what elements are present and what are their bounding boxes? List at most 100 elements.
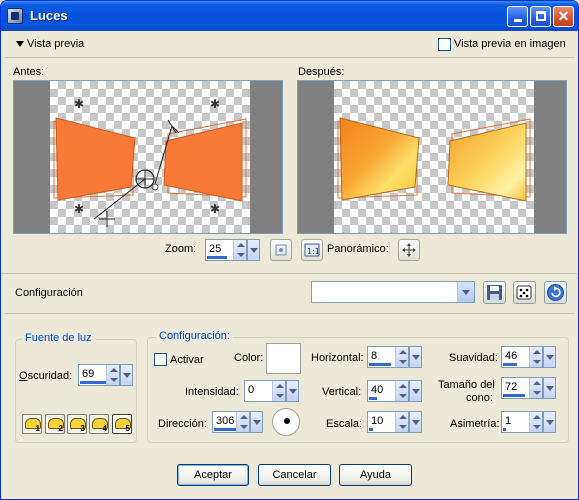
scale-value[interactable]: 10: [371, 415, 383, 427]
reset-button[interactable]: [544, 281, 567, 304]
help-button[interactable]: Ayuda: [339, 464, 412, 486]
intensity-dropdown-button[interactable]: [286, 380, 299, 402]
horizontal-spin-arrows[interactable]: [395, 347, 408, 367]
softness-value[interactable]: 46: [505, 350, 517, 362]
pan-button[interactable]: [398, 239, 420, 261]
minimize-icon: [514, 19, 522, 22]
cone-size-dropdown-button[interactable]: [543, 377, 556, 399]
asymmetry-value[interactable]: 1: [505, 415, 511, 427]
collapse-triangle-icon[interactable]: [16, 41, 24, 47]
activate-label[interactable]: Activar: [170, 354, 204, 366]
zoom-actual-size-button[interactable]: 1:1: [301, 239, 323, 261]
color-label: Color:: [234, 352, 264, 364]
reset-icon: [547, 284, 564, 301]
softness-dropdown-button[interactable]: [543, 346, 556, 368]
preset-combobox[interactable]: [311, 281, 475, 303]
save-preset-button[interactable]: [483, 281, 506, 304]
direction-label: Dirección:: [158, 418, 207, 430]
close-icon: ✕: [557, 8, 570, 24]
softness-bar: [503, 363, 517, 366]
darkness-spin-arrows[interactable]: [106, 365, 119, 385]
vertical-spinbox[interactable]: 40: [367, 380, 422, 402]
direction-spin-arrows[interactable]: [236, 412, 249, 432]
intensity-value[interactable]: 0: [248, 384, 254, 396]
horizontal-value[interactable]: 8: [371, 350, 377, 362]
luces-dialog: Luces ✕ Vista previa Vista previa en ima…: [0, 0, 579, 500]
darkness-spinbox[interactable]: 69: [78, 364, 133, 386]
horizontal-dropdown-button[interactable]: [409, 346, 422, 368]
svg-text:✱: ✱: [74, 202, 84, 216]
light-2-number: 2: [58, 424, 63, 433]
close-button[interactable]: ✕: [553, 6, 574, 27]
asymmetry-spinbox[interactable]: 1: [501, 411, 556, 433]
light-3-button[interactable]: 3: [67, 414, 87, 434]
svg-text:✱: ✱: [74, 97, 84, 111]
vertical-value[interactable]: 40: [371, 384, 383, 396]
scale-spinbox[interactable]: 10: [367, 411, 422, 433]
softness-spin-arrows[interactable]: [529, 347, 542, 367]
cone-size-spinbox[interactable]: 72: [501, 377, 556, 399]
preset-dropdown-button[interactable]: [457, 282, 474, 302]
light-4-number: 4: [102, 424, 107, 433]
direction-spinbox[interactable]: 306: [212, 411, 263, 433]
light-1-number: 1: [35, 424, 40, 433]
before-preview[interactable]: ✱ ✱ ✱ ✱: [13, 80, 283, 234]
zoom-fit-button[interactable]: [270, 239, 292, 261]
maximize-button[interactable]: [530, 6, 551, 27]
darkness-dropdown-button[interactable]: [120, 364, 133, 386]
intensity-spin-arrows[interactable]: [272, 381, 285, 401]
intensity-spinbox[interactable]: 0: [244, 380, 299, 402]
cone-size-bar: [503, 394, 525, 397]
before-scene[interactable]: ✱ ✱ ✱ ✱: [14, 81, 283, 234]
minimize-button[interactable]: [507, 6, 528, 27]
pan-label: Panorámico:: [327, 243, 389, 255]
randomize-button[interactable]: [513, 281, 536, 304]
after-label: Después:: [298, 66, 345, 78]
light-source-title: Fuente de luz: [22, 332, 95, 344]
preview-toggle-label[interactable]: Vista previa: [27, 38, 84, 50]
pan-move-icon: [402, 243, 416, 257]
color-swatch[interactable]: [266, 343, 301, 374]
after-preview[interactable]: [297, 80, 567, 234]
cone-size-label-line2: cono:: [466, 392, 493, 404]
ok-button[interactable]: Aceptar: [177, 464, 249, 486]
darkness-bar: [80, 381, 106, 384]
zoom-dropdown-button[interactable]: [247, 239, 260, 261]
activate-checkbox[interactable]: [154, 353, 167, 366]
zoom-spinbox[interactable]: 25: [205, 239, 260, 261]
vertical-bar: [369, 397, 377, 400]
light-5-number: 5: [125, 424, 130, 433]
preview-on-image-label[interactable]: Vista previa en imagen: [454, 38, 566, 50]
vertical-dropdown-button[interactable]: [409, 380, 422, 402]
window-title: Luces: [30, 8, 68, 23]
cone-size-spin-arrows[interactable]: [529, 378, 542, 398]
light-4-button[interactable]: 4: [89, 414, 109, 434]
zoom-spin-arrows[interactable]: [233, 240, 246, 260]
light-5-button[interactable]: 5: [112, 414, 132, 434]
direction-dropdown-button[interactable]: [250, 411, 263, 433]
horizontal-spinbox[interactable]: 8: [367, 346, 422, 368]
light-2-button[interactable]: 2: [45, 414, 65, 434]
cone-size-value[interactable]: 72: [505, 381, 517, 393]
softness-spinbox[interactable]: 46: [501, 346, 556, 368]
scale-dropdown-button[interactable]: [409, 411, 422, 433]
asymmetry-dropdown-button[interactable]: [543, 411, 556, 433]
app-icon: [7, 8, 23, 24]
light-3-number: 3: [80, 424, 85, 433]
light-1-button[interactable]: 1: [22, 414, 42, 434]
svg-text:✱: ✱: [210, 202, 220, 216]
scale-spin-arrows[interactable]: [395, 412, 408, 432]
preview-on-image-checkbox[interactable]: [438, 38, 451, 51]
title-bar[interactable]: Luces ✕: [1, 1, 578, 31]
direction-bar: [214, 428, 236, 431]
vertical-label: Vertical:: [322, 386, 362, 398]
cone-size-label-line1: Tamaño del: [438, 379, 495, 391]
direction-wheel[interactable]: [272, 408, 300, 436]
zoom-bar: [207, 256, 227, 259]
vertical-spin-arrows[interactable]: [395, 381, 408, 401]
cancel-button[interactable]: Cancelar: [258, 464, 331, 486]
asymmetry-spin-arrows[interactable]: [529, 412, 542, 432]
zoom-value[interactable]: 25: [209, 243, 221, 255]
direction-value[interactable]: 306: [216, 415, 234, 427]
darkness-value[interactable]: 69: [82, 368, 94, 380]
